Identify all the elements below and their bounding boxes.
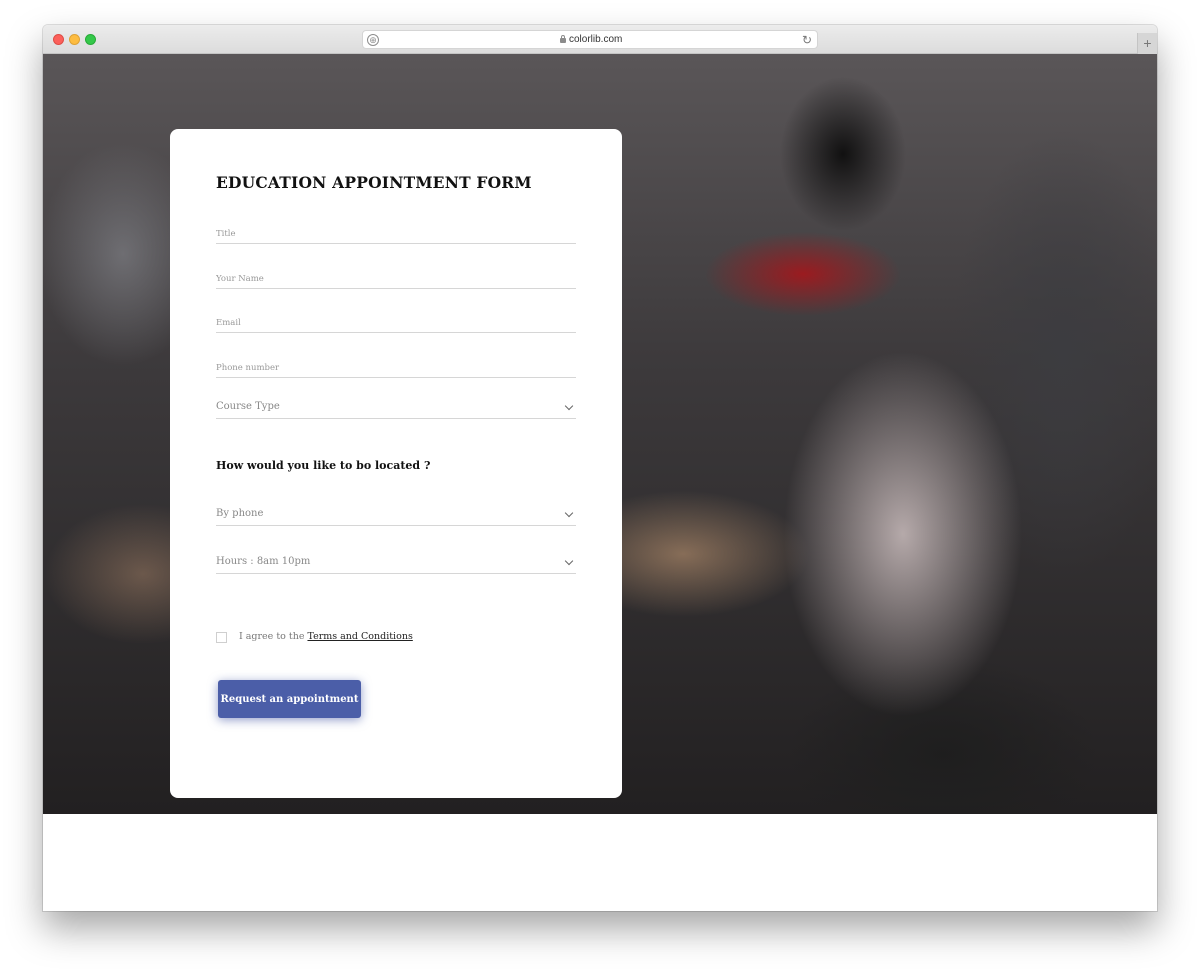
chevron-down-icon (564, 508, 574, 518)
address-bar[interactable]: ⊕ colorlib.com ↻ (362, 30, 818, 49)
location-question: How would you like to bo located ? (216, 459, 431, 472)
chevron-down-icon (564, 556, 574, 566)
agree-text: I agree to the Terms and Conditions (239, 631, 413, 642)
chevron-down-icon (564, 401, 574, 411)
email-field (216, 310, 576, 333)
minimize-window-button[interactable] (69, 34, 80, 45)
course-type-value: Course Type (216, 401, 280, 412)
reload-icon[interactable]: ↻ (802, 33, 812, 47)
request-appointment-button[interactable]: Request an appointment (218, 680, 361, 718)
privacy-icon[interactable]: ⊕ (367, 34, 379, 46)
hero-background-photo: EDUCATION APPOINTMENT FORM Course Type H… (43, 54, 1157, 814)
name-field (216, 266, 576, 289)
email-input[interactable] (216, 314, 576, 332)
browser-window: ⊕ colorlib.com ↻ + EDUCATION APPOINTMENT… (43, 25, 1157, 911)
hours-value: Hours : 8am 10pm (216, 556, 311, 567)
agree-checkbox[interactable] (216, 632, 227, 643)
close-window-button[interactable] (53, 34, 64, 45)
phone-field (216, 355, 576, 378)
new-tab-button[interactable]: + (1137, 33, 1157, 54)
contact-method-value: By phone (216, 508, 264, 519)
contact-method-select[interactable]: By phone (216, 504, 576, 526)
title-field (216, 221, 576, 244)
url-text: colorlib.com (569, 34, 623, 45)
browser-titlebar: ⊕ colorlib.com ↻ + (43, 25, 1157, 54)
terms-link[interactable]: Terms and Conditions (307, 631, 412, 642)
name-input[interactable] (216, 270, 576, 288)
zoom-window-button[interactable] (85, 34, 96, 45)
phone-input[interactable] (216, 359, 576, 377)
lock-icon (560, 35, 566, 43)
form-title: EDUCATION APPOINTMENT FORM (216, 173, 532, 192)
appointment-form-card: EDUCATION APPOINTMENT FORM Course Type H… (170, 129, 622, 798)
title-input[interactable] (216, 225, 576, 243)
course-type-select[interactable]: Course Type (216, 397, 576, 419)
hours-select[interactable]: Hours : 8am 10pm (216, 552, 576, 574)
agree-prefix: I agree to the (239, 631, 308, 642)
